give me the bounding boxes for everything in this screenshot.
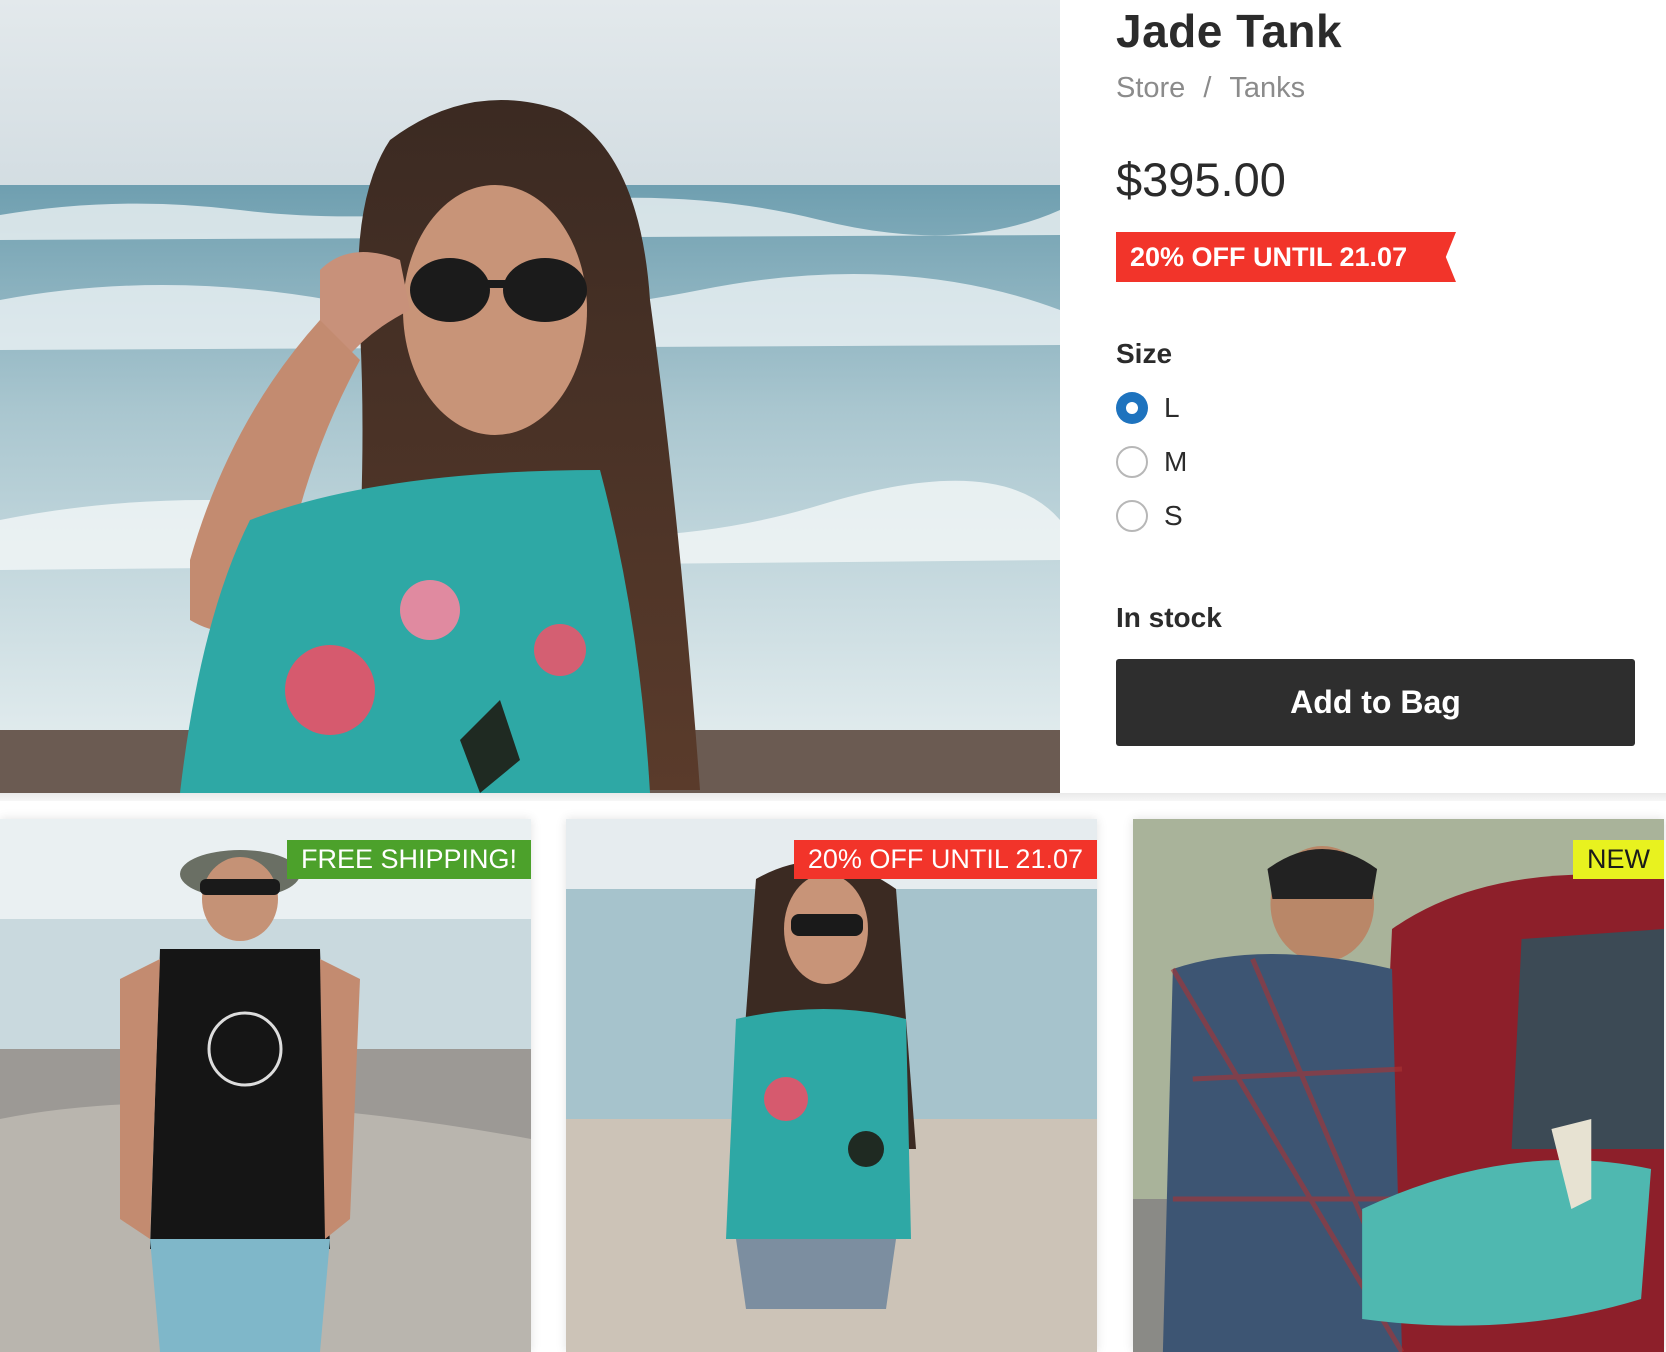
radio-unchecked-icon[interactable] (1116, 446, 1148, 478)
radio-checked-icon[interactable] (1116, 392, 1148, 424)
promo-ribbon: 20% OFF UNTIL 21.07 (1116, 232, 1456, 282)
size-option-l[interactable]: L (1116, 390, 1187, 426)
size-option-label: L (1164, 392, 1180, 423)
related-product-card[interactable]: NEW (1133, 819, 1664, 1352)
size-option-m[interactable]: M (1116, 444, 1187, 480)
free-shipping-badge: FREE SHIPPING! (286, 840, 531, 879)
new-badge: NEW (1573, 840, 1664, 879)
breadcrumb-store-link[interactable]: Store (1116, 72, 1185, 104)
related-product-image (0, 819, 531, 1352)
related-product-card[interactable]: 20% OFF UNTIL 21.07 (566, 819, 1097, 1352)
product-title: Jade Tank (1116, 5, 1343, 57)
product-price: $395.00 (1116, 153, 1286, 206)
product-main-photo (0, 0, 1060, 793)
size-option-label: S (1164, 500, 1183, 531)
stock-status: In stock (1116, 602, 1222, 633)
size-option-s[interactable]: S (1116, 498, 1187, 534)
related-product-image (1133, 819, 1664, 1352)
product-details: Jade Tank Store / Tanks $395.00 20% OFF UN… (1116, 0, 1636, 793)
breadcrumb-tanks-link[interactable]: Tanks (1229, 72, 1305, 104)
size-radio-group: L M S (1116, 390, 1187, 552)
discount-badge: 20% OFF UNTIL 21.07 (793, 840, 1097, 879)
related-product-image (566, 819, 1097, 1352)
size-option-label: M (1164, 446, 1188, 477)
radio-unchecked-icon[interactable] (1116, 500, 1148, 532)
add-to-bag-button[interactable]: Add to Bag (1116, 659, 1635, 746)
breadcrumb-separator: / (1203, 72, 1212, 104)
size-label: Size (1116, 338, 1173, 369)
breadcrumb: Store / Tanks (1116, 72, 1305, 105)
section-divider (0, 793, 1666, 801)
related-product-card[interactable]: FREE SHIPPING! (0, 819, 531, 1352)
product-photo-image (0, 0, 1060, 793)
